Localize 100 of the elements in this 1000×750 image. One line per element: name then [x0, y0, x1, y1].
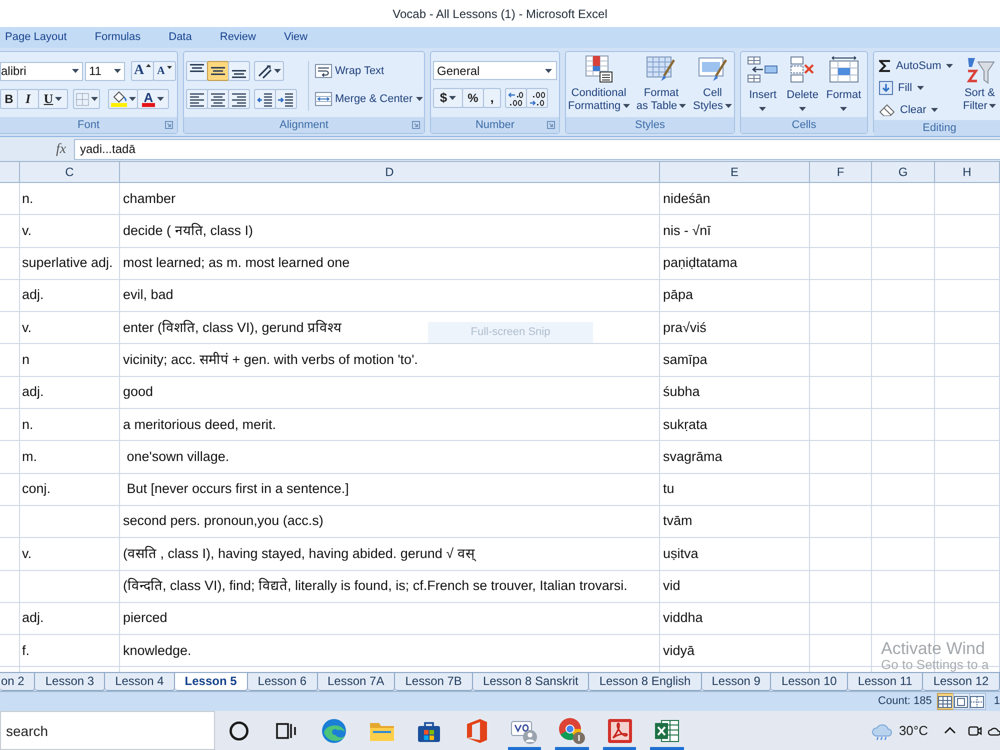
insert-function-button[interactable]: fx: [52, 138, 70, 160]
table-cell: knowledge.: [120, 635, 660, 666]
vertical-align-button[interactable]: [186, 61, 208, 81]
caret-icon: [166, 66, 172, 69]
shrink-font-button[interactable]: A: [153, 61, 176, 81]
app-logo-icon[interactable]: [466, 718, 487, 742]
chevron-up-icon[interactable]: [944, 727, 956, 734]
format-cells-icon: [828, 56, 860, 84]
column-header[interactable]: D: [120, 162, 660, 182]
increase-decimal-button[interactable]: [505, 88, 527, 108]
styles-button[interactable]: Conditional Formatting: [568, 54, 630, 113]
align-center-icon: [210, 92, 226, 106]
sheet-tab[interactable]: Lesson 3: [35, 673, 106, 691]
indent-button[interactable]: [275, 89, 297, 109]
cells-button[interactable]: Insert: [746, 56, 779, 111]
fill-color-button[interactable]: [108, 89, 138, 109]
ribbon-tab[interactable]: Page Layout: [5, 28, 67, 47]
table-cell: vidyā: [660, 635, 810, 666]
caret-icon: [989, 104, 996, 108]
sheet-tab[interactable]: Lesson 5: [174, 673, 248, 691]
group-label: Cells: [792, 118, 816, 133]
indent-button[interactable]: [254, 89, 276, 109]
comma-button[interactable]: ,: [483, 88, 501, 108]
column-header[interactable]: E: [660, 162, 810, 182]
sheet-tab[interactable]: Lesson 11: [848, 673, 924, 691]
sheet-tab[interactable]: on 2: [0, 673, 36, 691]
ribbon-tab[interactable]: Data: [168, 28, 192, 47]
horizontal-align-button[interactable]: [186, 89, 208, 109]
group-label: Editing: [922, 120, 956, 136]
caret-icon: [114, 69, 121, 73]
styles-button[interactable]: Format as Table: [636, 54, 686, 113]
orientation-button[interactable]: [254, 61, 284, 81]
sheet-tab[interactable]: Lesson 8 Sanskrit: [472, 673, 590, 691]
vertical-align-button[interactable]: [207, 61, 229, 81]
sheet-tab[interactable]: Lesson 7B: [395, 673, 473, 691]
currency-button[interactable]: $: [433, 88, 463, 108]
view-button[interactable]: [968, 693, 986, 710]
grow-font-button[interactable]: A: [131, 61, 154, 81]
font-color-button[interactable]: A: [137, 89, 169, 109]
group-label: Number: [475, 118, 515, 133]
cloud-icon[interactable]: [988, 726, 1000, 736]
wrap-text-button[interactable]: Wrap Text: [315, 61, 423, 81]
italic-button[interactable]: I: [17, 89, 39, 109]
borders-button[interactable]: [73, 89, 100, 109]
circle-icon[interactable]: [228, 720, 249, 740]
underline-button[interactable]: U: [38, 89, 68, 109]
merge-center-button[interactable]: Merge & Center: [315, 89, 423, 109]
sheet-tab[interactable]: Lesson 6: [248, 673, 318, 691]
shopping-bag-icon[interactable]: [418, 720, 440, 742]
number-format-dropdown[interactable]: General: [433, 61, 557, 80]
font-size-dropdown[interactable]: 11: [85, 62, 125, 80]
angled-text-icon: [257, 64, 272, 78]
column-header[interactable]: G: [872, 162, 935, 182]
task-view-icon[interactable]: [276, 720, 296, 740]
editing-button[interactable]: Clear: [879, 100, 959, 120]
styles-button[interactable]: Cell Styles: [693, 54, 732, 113]
view-button[interactable]: [936, 693, 954, 710]
cells-button[interactable]: Delete: [786, 56, 819, 111]
camera-icon[interactable]: [968, 724, 982, 738]
sort-filter-button[interactable]: Sort & Filter: [963, 56, 996, 120]
horizontal-align-button[interactable]: [228, 89, 250, 109]
ribbon-tab[interactable]: Formulas: [94, 28, 141, 47]
sheet-tab[interactable]: Lesson 8 English: [589, 673, 702, 691]
folder-icon[interactable]: [370, 720, 394, 740]
sheet-tab[interactable]: Lesson 7A: [318, 673, 396, 691]
font-name-dropdown[interactable]: alibri: [0, 62, 83, 80]
formula-field[interactable]: yadi...tadā: [74, 138, 1000, 160]
spreadsheet-icon[interactable]: [655, 718, 680, 742]
sheet-tab[interactable]: Lesson 10: [771, 673, 848, 691]
horizontal-align-button[interactable]: [207, 89, 229, 109]
column-header[interactable]: F: [810, 162, 872, 182]
caret-icon: [449, 96, 456, 100]
table-cell: v.: [20, 538, 120, 570]
search-field[interactable]: search: [0, 711, 215, 750]
bold-button[interactable]: B: [0, 89, 18, 109]
tooltip: Full-screen Snip: [428, 322, 593, 343]
percent-button[interactable]: %: [462, 88, 484, 108]
caret-icon: [679, 104, 686, 108]
cells-button[interactable]: Format: [826, 56, 862, 111]
sheet-tab[interactable]: Lesson 12: [923, 673, 1000, 691]
sheet-tab[interactable]: Lesson 9: [702, 673, 772, 691]
table-cell: nis - √nī: [660, 215, 810, 247]
decrease-decimal-button[interactable]: [526, 88, 548, 108]
sheet-tab[interactable]: Lesson 4: [105, 673, 175, 691]
view-button[interactable]: [952, 693, 970, 710]
document-app-icon[interactable]: [608, 718, 632, 742]
column-header[interactable]: C: [20, 162, 120, 182]
editing-button[interactable]: AutoSum: [879, 56, 959, 76]
caret-icon: [90, 97, 98, 101]
editing-button[interactable]: Fill: [879, 78, 959, 98]
browser-icon[interactable]: [558, 718, 585, 744]
table-cell: n: [20, 344, 120, 376]
browser-icon[interactable]: [322, 718, 346, 742]
vertical-align-button[interactable]: [228, 61, 250, 81]
decrease-indent-icon: [257, 92, 273, 106]
ribbon-tab[interactable]: Review: [220, 28, 256, 47]
table-cell: conj.: [20, 474, 120, 505]
ribbon-tab[interactable]: View: [284, 28, 308, 47]
table-cell: vid: [660, 570, 810, 602]
column-header[interactable]: H: [935, 162, 1000, 182]
